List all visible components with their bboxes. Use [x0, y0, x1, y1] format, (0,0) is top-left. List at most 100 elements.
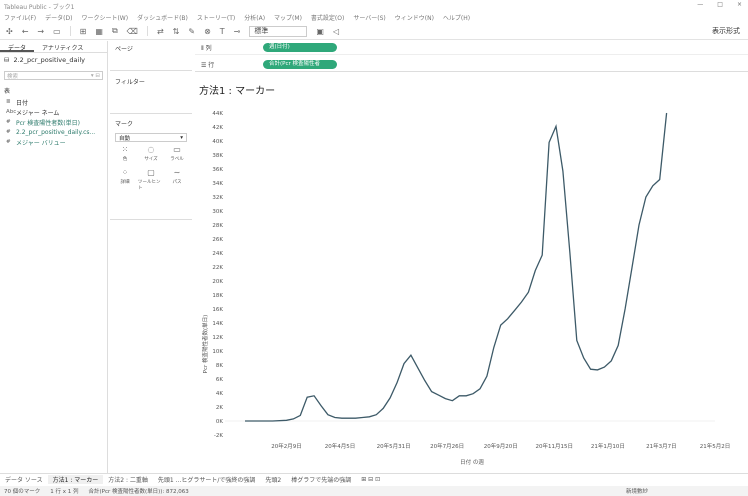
- columns-pill[interactable]: 週(日付): [263, 43, 337, 52]
- y-tick-label: 42K: [212, 125, 223, 131]
- maximize-icon[interactable]: □: [717, 1, 723, 8]
- tableau-logo-icon: ✣: [6, 26, 13, 36]
- menu-map[interactable]: マップ(M): [274, 13, 302, 22]
- table-header: 表: [4, 88, 11, 95]
- tab-analytics[interactable]: アナリティクス: [34, 41, 91, 52]
- y-tick-label: 10K: [212, 349, 223, 355]
- path-label: パス: [172, 180, 182, 185]
- field-label: Pcr 検査陽性者数(単日): [16, 119, 80, 127]
- data-source-name: 2.2_pcr_positive_daily: [13, 56, 85, 64]
- color-button[interactable]: ⁙ 色: [112, 145, 138, 162]
- x-tick-label: 20年11月15日: [536, 442, 574, 450]
- menu-data[interactable]: データ(D): [45, 13, 72, 22]
- sheet-tabs: データ ソース 方法1 : マーカー 方法2 : 二重軸 先頭1 ...ヒグラサ…: [0, 473, 748, 485]
- mark-type-dropdown[interactable]: 自動 ▾: [115, 133, 187, 142]
- menu-format[interactable]: 書式設定(O): [311, 13, 344, 22]
- presentation-icon[interactable]: ▣: [316, 27, 324, 36]
- pages-card[interactable]: ページ: [110, 41, 192, 71]
- color-label: 色: [122, 157, 128, 162]
- size-icon: ◌: [147, 145, 155, 154]
- tooltip-button[interactable]: ▢ ツールヒント: [138, 168, 164, 191]
- menu-server[interactable]: サーバー(S): [353, 13, 385, 22]
- field-pcr-positive[interactable]: # Pcr 検査陽性者数(単日): [0, 117, 107, 127]
- chevron-down-icon: ▾: [180, 134, 183, 141]
- field-measure-names[interactable]: Abc メジャー ネーム: [0, 107, 107, 117]
- menu-help[interactable]: ヘルプ(H): [443, 13, 470, 22]
- field-measure-values[interactable]: # メジャー バリュー: [0, 137, 107, 147]
- tab-method2[interactable]: 方法2 : 二重軸: [103, 475, 153, 484]
- path-button[interactable]: ∼ パス: [164, 168, 190, 191]
- label-icon[interactable]: T: [220, 27, 225, 36]
- pin-icon[interactable]: ⊸: [234, 27, 241, 36]
- status-marks: 70 個のマーク: [4, 489, 41, 495]
- highlight-icon[interactable]: ✎: [188, 27, 195, 36]
- field-date[interactable]: ≣ 日付: [0, 97, 107, 107]
- filter-icon[interactable]: ▾ ⊟: [91, 73, 100, 79]
- clear-icon[interactable]: ⌫: [127, 27, 138, 36]
- rows-pill[interactable]: 合計(Pcr 検査陽性者: [263, 60, 337, 69]
- sort-asc-icon[interactable]: ⇅: [173, 27, 180, 36]
- tab-data[interactable]: データ: [0, 41, 35, 52]
- forward-icon[interactable]: →: [37, 27, 44, 36]
- number-icon: #: [6, 139, 11, 145]
- y-tick-label: 34K: [212, 181, 223, 187]
- menu-window[interactable]: ウィンドウ(N): [395, 13, 434, 22]
- field-label: メジャー ネーム: [16, 109, 60, 117]
- number-icon: #: [6, 129, 11, 135]
- save-icon[interactable]: ▭: [53, 27, 61, 36]
- columns-label-text: 列: [205, 44, 212, 52]
- label-icon: ▭: [173, 145, 181, 154]
- fit-dropdown[interactable]: 標準: [249, 25, 308, 37]
- status-sum: 合計(Pcr 検査陽性者数(単日)): 872,063: [88, 489, 189, 495]
- string-icon: Abc: [6, 109, 17, 115]
- swap-icon[interactable]: ⇄: [157, 27, 164, 36]
- y-axis-label: Pcr 検査陽性者数(単日): [201, 315, 209, 374]
- tab-method1[interactable]: 方法1 : マーカー: [47, 475, 104, 484]
- y-tick-label: 44K: [212, 111, 223, 117]
- x-axis: 20年2月9日 20年4月5日 20年5月31日 20年7月26日 20年9月20日 20…: [271, 442, 730, 450]
- database-icon: ⛁: [4, 56, 10, 64]
- x-tick-label: 21年1月10日: [591, 442, 625, 450]
- x-tick-label: 20年4月5日: [325, 442, 356, 450]
- detail-icon: ⁘: [121, 168, 129, 177]
- duplicate-icon[interactable]: ⧉: [112, 26, 118, 36]
- field-label: メジャー バリュー: [16, 139, 66, 147]
- share-icon[interactable]: ◁: [333, 27, 339, 36]
- menu-worksheet[interactable]: ワークシート(W): [81, 13, 128, 22]
- menu-story[interactable]: ストーリー(T): [197, 13, 235, 22]
- close-icon[interactable]: ×: [737, 1, 742, 8]
- y-tick-label: 0K: [216, 419, 223, 425]
- data-source[interactable]: ⛁ 2.2_pcr_positive_daily: [0, 53, 107, 67]
- field-record-count[interactable]: # 2.2_pcr_positive_daily.cs...: [0, 127, 107, 137]
- menu-analysis[interactable]: 分析(A): [244, 13, 265, 22]
- tab-bar-highlight[interactable]: 棒グラフで先端の強調: [286, 475, 356, 484]
- tab-first1[interactable]: 先頭1 ...ヒグラサート/で強終の強調: [153, 475, 260, 484]
- new-sheet-icon[interactable]: ▦: [95, 27, 103, 36]
- y-tick-label: 20K: [212, 279, 223, 285]
- rows-label: ☰ 行: [201, 62, 215, 69]
- search-input[interactable]: 検索 ▾ ⊟: [4, 71, 103, 80]
- rows-shelf: ☰ 行 合計(Pcr 検査陽性者: [195, 58, 748, 72]
- menu-file[interactable]: ファイル(F): [4, 13, 36, 22]
- x-tick-label: 20年2月9日: [271, 442, 302, 450]
- label-button[interactable]: ▭ ラベル: [164, 145, 190, 162]
- tab-datasource[interactable]: データ ソース: [0, 475, 48, 484]
- tab-first2[interactable]: 先頭2: [260, 475, 286, 484]
- filters-card[interactable]: フィルター: [110, 74, 192, 114]
- line-chart[interactable]: -2K 0K 2K 4K 6K 8K 10K 12K 14K 16K 18K 20K 22K 24K 26K…: [195, 74, 748, 472]
- menu-dashboard[interactable]: ダッシュボード(B): [137, 13, 188, 22]
- toolbar: ✣ ← → ▭ ⊞ ▦ ⧉ ⌫ ⇄ ⇅ ✎ ⊗ T ⊸ 標準 ▣ ◁ 表示形式: [0, 23, 748, 40]
- y-tick-label: 36K: [212, 167, 223, 173]
- minimize-icon[interactable]: —: [697, 1, 703, 8]
- new-datasource-icon[interactable]: ⊞: [80, 27, 87, 36]
- show-me-button[interactable]: 表示形式: [712, 26, 740, 36]
- new-sheet-icon[interactable]: ⊞ ⊟ ⊡: [356, 476, 385, 483]
- group-icon[interactable]: ⊗: [204, 27, 211, 36]
- back-icon[interactable]: ←: [22, 27, 29, 36]
- y-tick-label: 22K: [212, 265, 223, 271]
- filters-title: フィルター: [115, 79, 145, 86]
- series-line[interactable]: [245, 112, 668, 422]
- detail-button[interactable]: ⁘ 詳細: [112, 168, 138, 191]
- size-button[interactable]: ◌ サイズ: [138, 145, 164, 162]
- mark-type-value: 自動: [119, 135, 131, 142]
